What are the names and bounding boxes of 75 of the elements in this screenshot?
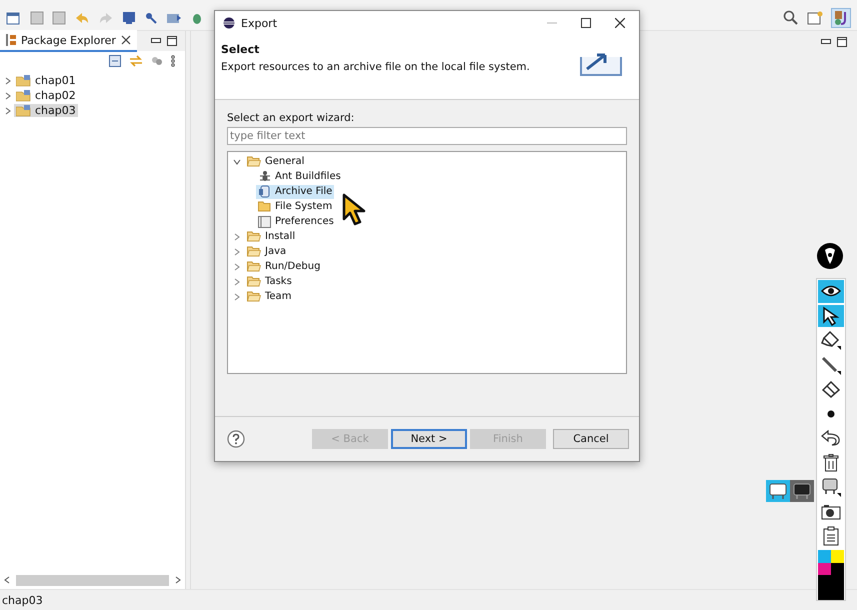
line-tool-icon bbox=[821, 354, 841, 375]
project-folder-icon bbox=[16, 74, 32, 86]
minimize-icon[interactable] bbox=[821, 39, 831, 45]
folder-icon bbox=[258, 201, 271, 212]
folder-icon bbox=[247, 156, 261, 167]
dialog-button[interactable]: Cancel bbox=[553, 429, 629, 449]
close-icon[interactable] bbox=[615, 18, 625, 28]
package-icon bbox=[6, 34, 16, 46]
tree-item[interactable]: Team bbox=[245, 290, 294, 304]
tool-button[interactable] bbox=[818, 280, 844, 302]
tree-item[interactable]: Run/Debug bbox=[245, 260, 322, 274]
status-text: chap03 bbox=[2, 594, 43, 606]
eclipse-logo-icon bbox=[223, 17, 235, 29]
tree-item[interactable]: Ant Buildfiles bbox=[256, 170, 343, 184]
maximize-icon[interactable] bbox=[581, 18, 591, 28]
folder-icon bbox=[247, 231, 261, 242]
project-item[interactable]: chap03 bbox=[14, 104, 78, 117]
tool-button[interactable] bbox=[818, 304, 844, 327]
package-explorer-tab[interactable]: Package Explorer bbox=[0, 30, 137, 52]
tree-item[interactable]: File System bbox=[256, 200, 334, 214]
dialog-title: Export bbox=[241, 16, 278, 30]
screen-mode-icon[interactable] bbox=[766, 480, 790, 502]
pen-nib-icon[interactable] bbox=[816, 242, 844, 270]
ant-icon bbox=[258, 170, 271, 183]
tree-item[interactable]: Archive File bbox=[256, 184, 334, 198]
tree-item[interactable]: Preferences bbox=[256, 214, 336, 228]
archive-file-icon bbox=[258, 185, 271, 198]
tree-item[interactable]: Tasks bbox=[245, 274, 294, 288]
filter-field[interactable]: type filter text bbox=[227, 127, 627, 145]
folder-icon bbox=[247, 246, 261, 257]
filter-icon[interactable] bbox=[151, 55, 163, 67]
view-menu-icon[interactable] bbox=[171, 55, 175, 67]
project-item[interactable]: chap01 bbox=[14, 74, 78, 87]
save-all-icon[interactable] bbox=[52, 11, 66, 25]
project-item[interactable]: chap02 bbox=[14, 89, 78, 102]
color-palette-icon[interactable] bbox=[818, 550, 844, 600]
dialog-button[interactable]: Next > bbox=[391, 429, 467, 449]
marker-icon bbox=[821, 330, 841, 350]
dot-icon bbox=[827, 410, 835, 418]
board-mode-icon[interactable] bbox=[790, 480, 814, 502]
minimize-icon[interactable] bbox=[151, 38, 161, 44]
wizard-description: Export resources to an archive file on the local file system. bbox=[221, 61, 530, 73]
clipboard-icon bbox=[823, 526, 839, 546]
tree-item[interactable]: Java bbox=[245, 244, 288, 258]
tool-button[interactable] bbox=[818, 329, 844, 352]
collapse-all-icon[interactable] bbox=[109, 55, 121, 67]
new-file-icon[interactable] bbox=[6, 11, 22, 25]
eye-icon bbox=[821, 285, 841, 298]
whiteboard-icon bbox=[821, 477, 841, 498]
tree-item[interactable]: General bbox=[245, 154, 306, 168]
folder-icon bbox=[247, 276, 261, 287]
help-icon[interactable] bbox=[227, 430, 245, 448]
folder-icon bbox=[247, 291, 261, 302]
wizard-label: Select an export wizard: bbox=[227, 112, 356, 124]
maximize-icon[interactable] bbox=[837, 37, 847, 47]
camera-icon bbox=[821, 504, 841, 520]
undo-icon bbox=[821, 430, 841, 446]
trash-icon bbox=[823, 454, 839, 472]
scrollbar-thumb[interactable] bbox=[16, 574, 169, 586]
window-icon bbox=[258, 216, 271, 228]
eraser-icon bbox=[821, 380, 841, 398]
close-icon[interactable] bbox=[120, 35, 131, 45]
scroll-left-icon[interactable] bbox=[4, 576, 10, 584]
open-perspective-icon[interactable] bbox=[807, 11, 823, 25]
java-perspective-icon[interactable] bbox=[831, 8, 851, 28]
search-icon[interactable] bbox=[783, 10, 799, 26]
save-icon[interactable] bbox=[30, 11, 44, 25]
wizard-heading: Select bbox=[221, 43, 260, 56]
tree-item[interactable]: Install bbox=[245, 230, 298, 244]
maximize-icon[interactable] bbox=[167, 36, 177, 46]
project-folder-icon bbox=[16, 90, 32, 102]
scroll-right-icon[interactable] bbox=[175, 576, 181, 584]
project-folder-icon bbox=[16, 104, 32, 116]
pointer-icon bbox=[822, 306, 840, 326]
folder-icon bbox=[247, 261, 261, 272]
